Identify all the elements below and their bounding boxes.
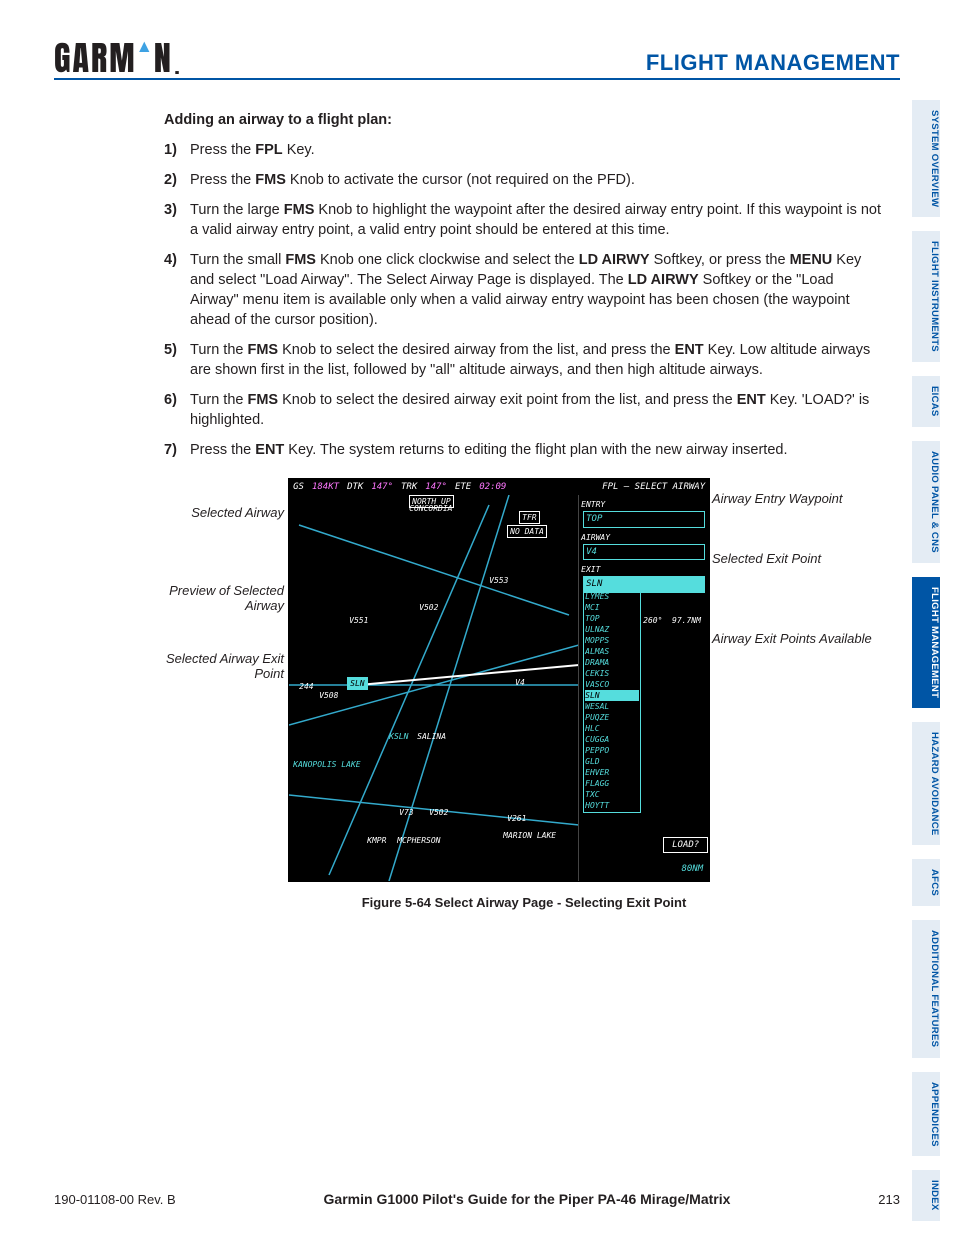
- exit-point-item[interactable]: ULNAZ: [585, 624, 639, 635]
- exit-point-item[interactable]: EHVER: [585, 767, 639, 778]
- body-content: Adding an airway to a flight plan: 1)Pre…: [164, 110, 884, 912]
- side-tab[interactable]: AFCS: [912, 859, 940, 906]
- side-tabs: SYSTEM OVERVIEW FLIGHT INSTRUMENTS EICAS AU…: [912, 100, 940, 1221]
- g1000-screen: GS184KT DTK147° TRK147° ETE02:09 FPL – S…: [288, 478, 710, 882]
- exit-points-list[interactable]: LYMESMCITOPULNAZMOPPSALMASDRAMACEKISVASC…: [583, 589, 641, 813]
- entry-waypoint-field[interactable]: TOP: [583, 511, 705, 527]
- procedure-step: 1)Press the FPL Key.: [164, 140, 884, 160]
- exit-point-item[interactable]: TXC: [585, 789, 639, 800]
- exit-point-item[interactable]: ALMAS: [585, 646, 639, 657]
- side-tab[interactable]: SYSTEM OVERVIEW: [912, 100, 940, 217]
- exit-point-item[interactable]: MCI: [585, 602, 639, 613]
- side-tab[interactable]: ADDITIONAL FEATURES: [912, 920, 940, 1057]
- callout-left-1: Selected Airway: [134, 504, 284, 522]
- procedure-step: 5)Turn the FMS Knob to select the desire…: [164, 340, 884, 380]
- side-tab[interactable]: EICAS: [912, 376, 940, 427]
- load-button[interactable]: LOAD?: [663, 837, 708, 853]
- exit-point-item[interactable]: SLN: [585, 690, 639, 701]
- doc-number: 190-01108-00 Rev. B: [54, 1192, 176, 1207]
- procedure-step: 3)Turn the large FMS Knob to highlight t…: [164, 200, 884, 240]
- exit-point-item[interactable]: DRAMA: [585, 657, 639, 668]
- procedure-step: 7)Press the ENT Key. The system returns …: [164, 440, 884, 460]
- airway-field[interactable]: V4: [583, 544, 705, 560]
- screen-top-bar: GS184KT DTK147° TRK147° ETE02:09 FPL – S…: [289, 479, 709, 495]
- callout-right-2: Selected Exit Point: [712, 550, 892, 568]
- doc-title: Garmin G1000 Pilot's Guide for the Piper…: [324, 1191, 731, 1207]
- exit-point-item[interactable]: PEPPO: [585, 745, 639, 756]
- page-number: 213: [878, 1192, 900, 1207]
- airway-lines: [289, 495, 579, 881]
- exit-point-item[interactable]: GLD: [585, 756, 639, 767]
- exit-point-item[interactable]: VASCO: [585, 679, 639, 690]
- exit-point-item[interactable]: CEKIS: [585, 668, 639, 679]
- exit-point-item[interactable]: HLC: [585, 723, 639, 734]
- side-tab[interactable]: FLIGHT MANAGEMENT: [912, 577, 940, 708]
- procedure-step: 4)Turn the small FMS Knob one click cloc…: [164, 250, 884, 330]
- select-airway-panel: ENTRY TOP AIRWAY V4 EXIT SLN LYMESMCITOP…: [578, 495, 709, 881]
- exit-point-item[interactable]: HOYTT: [585, 800, 639, 811]
- map-area: NORTH UP TFR NO DATA SLN CONCORDIA KSLN …: [289, 495, 579, 881]
- brand-logo: GARM▲N.: [54, 40, 181, 76]
- procedure-step: 6)Turn the FMS Knob to select the desire…: [164, 390, 884, 430]
- exit-point-item[interactable]: TOP: [585, 613, 639, 624]
- side-tab[interactable]: APPENDICES: [912, 1072, 940, 1157]
- exit-point-item[interactable]: CUGGA: [585, 734, 639, 745]
- bearing-distance: 260° 97.7NM: [643, 615, 701, 626]
- exit-point-item[interactable]: PUQZE: [585, 712, 639, 723]
- exit-point-item[interactable]: MOPPS: [585, 635, 639, 646]
- side-tab[interactable]: AUDIO PANEL & CNS: [912, 441, 940, 563]
- procedure-heading: Adding an airway to a flight plan:: [164, 110, 884, 130]
- exit-point-item[interactable]: LYMES: [585, 591, 639, 602]
- figure-wrapper: . GS184KT DTK147° TRK147° ETE02:09 FPL –…: [164, 478, 884, 912]
- section-title: FLIGHT MANAGEMENT: [646, 50, 900, 76]
- callout-left-3: Selected Airway Exit Point: [134, 652, 284, 682]
- exit-point-item[interactable]: FLAGG: [585, 778, 639, 789]
- figure-caption: Figure 5-64 Select Airway Page - Selecti…: [164, 894, 884, 912]
- side-tab[interactable]: INDEX: [912, 1170, 940, 1221]
- procedure-step: 2)Press the FMS Knob to activate the cur…: [164, 170, 884, 190]
- callout-right-1: Airway Entry Waypoint: [712, 490, 892, 508]
- logo-dot: .: [175, 56, 182, 76]
- brand-text: GARM: [54, 42, 137, 76]
- brand-text-tail: N: [154, 42, 173, 76]
- procedure-list: 1)Press the FPL Key. 2)Press the FMS Knob…: [164, 140, 884, 460]
- side-tab[interactable]: FLIGHT INSTRUMENTS: [912, 231, 940, 362]
- exit-point-item[interactable]: WESAL: [585, 701, 639, 712]
- logo-triangle-icon: ▲: [139, 40, 152, 54]
- callout-right-3: Airway Exit Points Available: [712, 632, 892, 647]
- callout-left-2: Preview of Selected Airway: [134, 584, 284, 614]
- map-range: 80NM: [681, 863, 703, 875]
- sln-highlight: SLN: [347, 677, 367, 690]
- side-tab[interactable]: HAZARD AVOIDANCE: [912, 722, 940, 846]
- page-footer: 190-01108-00 Rev. B Garmin G1000 Pilot's…: [54, 1191, 900, 1207]
